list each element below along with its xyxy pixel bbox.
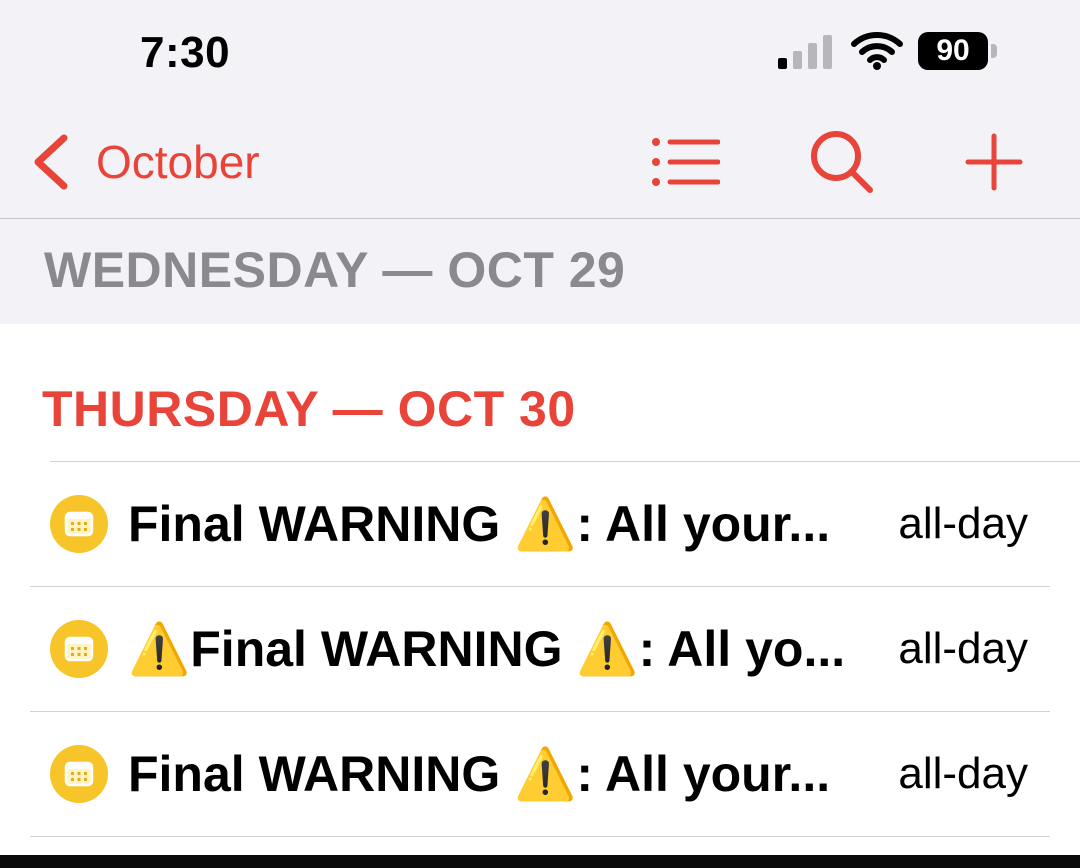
event-row[interactable]: ⚠️Final WARNING ⚠️: All yo... all-day (30, 587, 1050, 712)
day-header-past: WEDNESDAY — OCT 29 (0, 219, 1080, 324)
event-row[interactable]: Final WARNING ⚠️: All your... all-day (30, 462, 1050, 587)
bottom-bar (0, 855, 1080, 868)
day-header-label: WEDNESDAY — OCT 29 (44, 242, 626, 298)
add-event-button[interactable] (954, 126, 1034, 198)
battery-level: 90 (918, 32, 988, 70)
event-time: all-day (898, 499, 1028, 548)
event-row[interactable]: Final WARNING ⚠️: All your... all-day (30, 712, 1050, 837)
signal-icon (778, 35, 832, 69)
event-title: ⚠️Final WARNING ⚠️: All yo... (128, 621, 846, 677)
event-time: all-day (898, 624, 1028, 673)
status-time: 7:30 (140, 28, 231, 77)
plus-icon (965, 133, 1023, 191)
status-bar: 7:30 90 (0, 0, 1080, 110)
chevron-left-icon (34, 134, 68, 190)
wifi-icon (851, 32, 903, 70)
nav-bar: October (0, 110, 1080, 219)
list-icon (652, 138, 720, 186)
event-time: all-day (898, 749, 1028, 798)
event-title: Final WARNING ⚠️: All your... (128, 746, 831, 802)
search-button[interactable] (802, 126, 882, 198)
calendar-icon (50, 745, 108, 803)
day-header-current: THURSDAY — OCT 30 (42, 381, 576, 437)
calendar-icon (50, 620, 108, 678)
battery-icon: 90 (918, 32, 1000, 72)
back-label: October (96, 136, 260, 188)
back-button[interactable]: October (30, 130, 260, 194)
battery-cap (991, 44, 997, 58)
event-title: Final WARNING ⚠️: All your... (128, 496, 831, 552)
calendar-icon (50, 495, 108, 553)
search-icon (811, 131, 873, 193)
list-view-button[interactable] (644, 126, 724, 198)
